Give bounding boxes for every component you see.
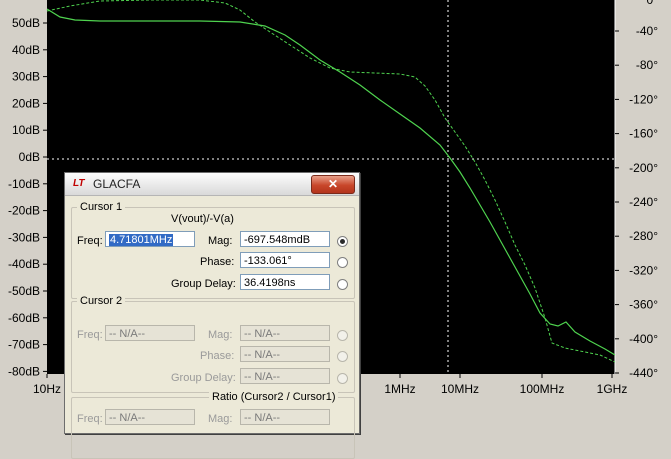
cursor1-group-delay-field[interactable]: 36.4198ns — [240, 274, 330, 290]
cursor2-phase-radio[interactable] — [337, 351, 348, 362]
y-right-tick-label: -280° — [629, 229, 658, 243]
y-left-tick-label: 20dB — [12, 96, 40, 110]
cursor1-expression: V(vout)/-V(a) — [171, 213, 234, 225]
cursor2-mag-radio[interactable] — [337, 330, 348, 341]
x-tick-label: 10Hz — [33, 382, 61, 396]
y-right-tick-label: -120° — [629, 92, 658, 106]
cursor1-freq-value: 4.71801MHz — [109, 234, 174, 246]
cursor2-phase-field[interactable]: -- N/A-- — [240, 346, 330, 362]
dialog-title: GLACFA — [93, 177, 141, 191]
y-right-tick-label: -320° — [629, 263, 658, 277]
cursor2-group-delay-radio[interactable] — [337, 373, 348, 384]
cursor2-group-delay-field[interactable]: -- N/A-- — [240, 368, 330, 384]
y-axis-right: 0° -40° -80° -120° -160° -200° -240° -280° -320°… — [615, 0, 658, 380]
cursor1-phase-label: Phase: — [200, 256, 235, 268]
y-right-tick-label: 0° — [647, 0, 659, 7]
y-left-tick-label: -80dB — [8, 364, 40, 378]
y-left-tick-label: 30dB — [12, 70, 40, 84]
y-left-tick-label: -40dB — [8, 257, 40, 271]
ratio-freq-label: Freq: — [77, 413, 103, 425]
ratio-freq-field[interactable]: -- N/A-- — [105, 409, 195, 425]
dialog-titlebar[interactable]: LT GLACFA ✕ — [65, 173, 359, 196]
cursor2-mag-field[interactable]: -- N/A-- — [240, 325, 330, 341]
cursor-dialog[interactable]: LT GLACFA ✕ Cursor 1 V(vout)/-V(a) Freq:… — [64, 172, 360, 459]
cursor1-group-delay-label: Group Delay: — [171, 278, 236, 290]
y-right-tick-label: -80° — [636, 58, 658, 72]
x-tick-label: 100MHz — [520, 382, 565, 396]
y-left-tick-label: -60dB — [8, 311, 40, 325]
ratio-legend: Ratio (Cursor2 / Cursor1) — [209, 391, 339, 403]
cursor2-legend: Cursor 2 — [77, 295, 126, 307]
x-tick-label: 1GHz — [597, 382, 628, 396]
y-left-tick-label: 10dB — [12, 123, 40, 137]
cursor1-freq-field[interactable]: 4.71801MHz — [105, 231, 195, 247]
y-left-tick-label: 40dB — [12, 43, 40, 57]
cursor2-freq-label: Freq: — [77, 329, 103, 341]
cursor1-phase-radio[interactable] — [337, 257, 348, 268]
cursor2-phase-label: Phase: — [200, 350, 235, 362]
y-right-tick-label: -200° — [629, 161, 658, 175]
ltspice-logo-icon: LT — [73, 178, 85, 189]
cursor2-freq-field[interactable]: -- N/A-- — [105, 325, 195, 341]
ratio-mag-label: Mag: — [208, 413, 233, 425]
y-left-tick-label: 50dB — [12, 16, 40, 30]
cursor1-mag-field[interactable]: -697.548mdB — [240, 231, 330, 247]
y-left-tick-label: -30dB — [8, 230, 40, 244]
close-button[interactable]: ✕ — [311, 175, 355, 194]
y-right-tick-label: -160° — [629, 127, 658, 141]
y-right-tick-label: -360° — [629, 298, 658, 312]
cursor1-freq-label: Freq: — [77, 235, 103, 247]
y-left-tick-label: -20dB — [8, 204, 40, 218]
y-left-tick-label: -50dB — [8, 284, 40, 298]
cursor1-phase-field[interactable]: -133.061° — [240, 252, 330, 268]
y-left-tick-label: -70dB — [8, 338, 40, 352]
cursor2-mag-label: Mag: — [208, 329, 233, 341]
y-right-tick-label: -440° — [629, 366, 658, 380]
y-left-tick-label: -10dB — [8, 177, 40, 191]
y-axis-left: 50dB 40dB 30dB 20dB 10dB 0dB -10dB -20dB -30dB -4… — [8, 16, 47, 378]
y-right-tick-label: -400° — [629, 332, 658, 346]
cursor1-group-delay-radio[interactable] — [337, 279, 348, 290]
y-right-tick-label: -240° — [629, 195, 658, 209]
x-tick-label: 10MHz — [441, 382, 479, 396]
ratio-group — [71, 397, 355, 459]
x-tick-label: 1MHz — [384, 382, 415, 396]
cursor1-mag-label: Mag: — [208, 235, 233, 247]
y-right-tick-label: -40° — [636, 24, 658, 38]
cursor1-mag-radio[interactable] — [337, 236, 348, 247]
ratio-mag-field[interactable]: -- N/A-- — [240, 409, 330, 425]
y-left-tick-label: 0dB — [19, 150, 40, 164]
cursor1-legend: Cursor 1 — [77, 201, 126, 213]
cursor2-group-delay-label: Group Delay: — [171, 372, 236, 384]
